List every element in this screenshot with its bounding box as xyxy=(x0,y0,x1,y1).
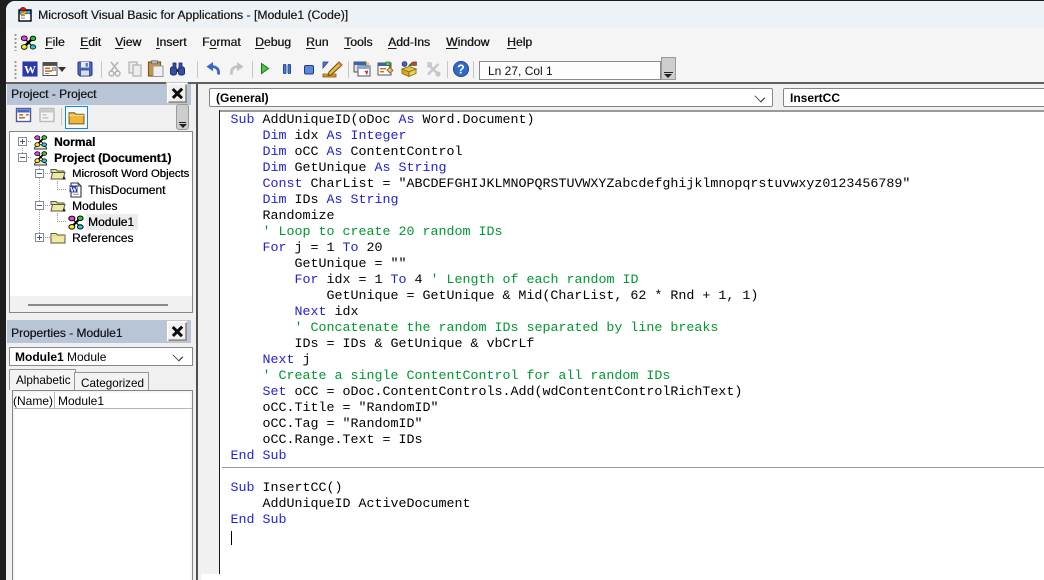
svg-text:W: W xyxy=(24,63,36,77)
svg-text:W: W xyxy=(70,185,78,194)
svg-text:?: ? xyxy=(457,62,465,76)
